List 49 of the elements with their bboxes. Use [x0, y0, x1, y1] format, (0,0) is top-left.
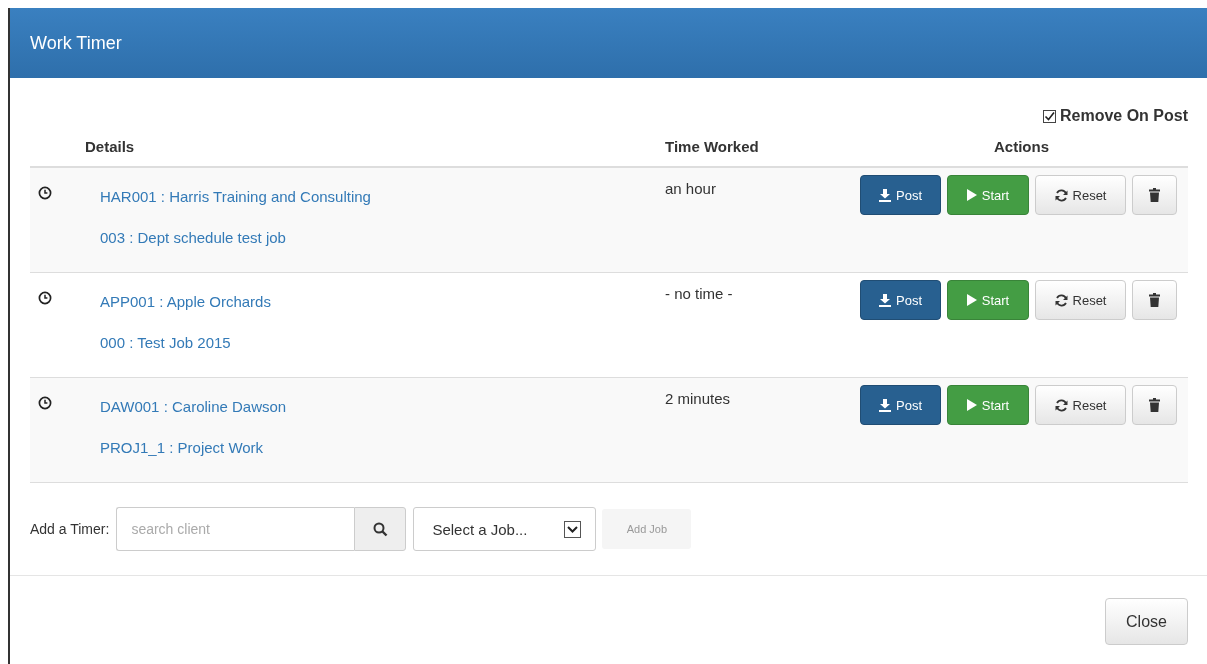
time-worked: 2 minutes	[665, 390, 731, 407]
trash-icon	[1149, 293, 1160, 307]
play-icon	[966, 399, 977, 411]
delete-button[interactable]	[1132, 175, 1177, 215]
column-header: Time Worked	[665, 137, 760, 155]
download-icon	[879, 398, 891, 412]
job-select[interactable]: Select a Job...	[413, 507, 597, 551]
time-worked: an hour	[665, 180, 716, 197]
post-button[interactable]: Post	[860, 385, 941, 425]
post-button[interactable]: Post	[860, 280, 941, 320]
post-button[interactable]: Post	[860, 175, 941, 215]
refresh-icon	[1054, 398, 1068, 412]
clock-icon	[38, 186, 52, 200]
reset-button[interactable]: Reset	[1035, 280, 1126, 320]
close-button[interactable]: Close	[1105, 598, 1188, 645]
start-button[interactable]: Start	[947, 385, 1029, 425]
delete-button[interactable]	[1132, 280, 1177, 320]
refresh-icon	[1054, 293, 1068, 307]
client-link[interactable]: HAR001 : Harris Training and Consulting	[100, 188, 371, 205]
search-button[interactable]	[354, 507, 407, 551]
clock-icon	[38, 291, 52, 305]
window-title: Work Timer	[30, 32, 122, 54]
play-icon	[966, 189, 977, 201]
clock-icon	[38, 396, 52, 410]
column-header: Actions	[994, 137, 1049, 155]
job-link[interactable]: 003 : Dept schedule test job	[100, 229, 286, 246]
client-link[interactable]: DAW001 : Caroline Dawson	[100, 398, 287, 415]
job-link[interactable]: 000 : Test Job 2015	[100, 334, 231, 351]
start-button[interactable]: Start	[947, 175, 1029, 215]
search-field[interactable]: search client	[116, 507, 355, 551]
search-icon	[372, 521, 388, 537]
download-icon	[879, 188, 891, 202]
refresh-icon	[1054, 188, 1068, 202]
download-icon	[879, 293, 891, 307]
play-icon	[966, 294, 977, 306]
reset-button[interactable]: Reset	[1035, 175, 1126, 215]
trash-icon	[1149, 188, 1160, 202]
job-link[interactable]: PROJ1_1 : Project Work	[100, 439, 264, 456]
checkbox-label: Remove On Post	[1059, 107, 1188, 125]
remove-on-post-checkbox[interactable]	[1042, 109, 1056, 123]
time-worked: - no time -	[665, 285, 733, 302]
column-header: Details	[85, 137, 136, 155]
delete-button[interactable]	[1132, 385, 1177, 425]
start-button[interactable]: Start	[947, 280, 1029, 320]
trash-icon	[1149, 398, 1160, 412]
client-link[interactable]: APP001 : Apple Orchards	[100, 293, 271, 310]
caret-icon	[564, 520, 582, 538]
add-timer-label: Add a Timer:	[30, 521, 110, 537]
reset-button[interactable]: Reset	[1035, 385, 1126, 425]
